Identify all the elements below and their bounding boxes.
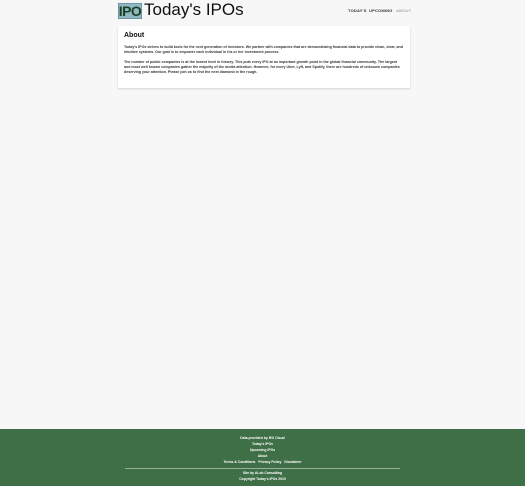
site-header: IPO Today's IPOs TODAY'S UPCOMING ABOUT (0, 0, 525, 22)
footer-site-by[interactable]: Site by ALob Consulting (0, 471, 525, 475)
footer-link-todays[interactable]: Today's IPOs (0, 442, 525, 446)
footer-link-disclaimer[interactable]: Disclaimer (284, 460, 301, 464)
about-paragraph-2: The number of public companies is at the… (124, 60, 400, 74)
footer-link-privacy[interactable]: Privacy Policy (258, 460, 281, 464)
footer-link-upcoming[interactable]: Upcoming IPOs (0, 448, 525, 452)
about-heading: About (124, 32, 145, 39)
nav-item-upcoming[interactable]: UPCOMING (369, 8, 393, 13)
logo[interactable]: IPO (118, 3, 142, 19)
footer-copyright: Copyright Today's IPOs 2019 (239, 477, 286, 481)
footer-link-about[interactable]: About (0, 454, 525, 458)
about-paragraph-1: Today's IPOs strives to build tools for … (124, 45, 403, 54)
footer-legal-links: Terms & Conditions Privacy Policy Discla… (0, 460, 525, 464)
about-card: About Today's IPOs strives to build tool… (118, 26, 410, 88)
footer-link-terms[interactable]: Terms & Conditions (223, 460, 255, 464)
logo-text: IPO (118, 3, 142, 19)
site-title[interactable]: Today's IPOs (144, 0, 244, 20)
nav-item-about[interactable]: ABOUT (396, 8, 411, 13)
footer-data-provided: Data provided by IEX Cloud (240, 436, 285, 440)
footer-divider (125, 468, 400, 469)
nav-item-todays[interactable]: TODAY'S (348, 8, 367, 13)
site-footer: Data provided by IEX Cloud Today's IPOs … (0, 429, 525, 486)
